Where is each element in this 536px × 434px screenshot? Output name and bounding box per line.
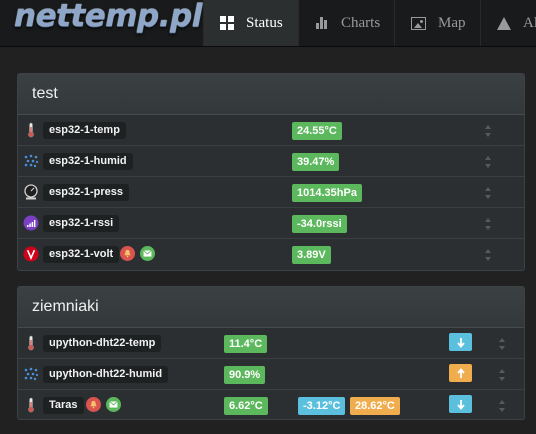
sensor-row: esp32-1-press 1014.35hPa	[18, 177, 524, 208]
voltage-icon	[23, 246, 39, 262]
sensor-name[interactable]: Taras	[43, 397, 84, 414]
sensor-row: esp32-1-humid 39.47%	[18, 146, 524, 177]
sensor-name[interactable]: esp32-1-humid	[43, 153, 133, 170]
grid-icon	[220, 16, 234, 30]
thermometer-icon	[28, 397, 34, 413]
tab-alarms[interactable]: Al	[480, 0, 536, 46]
trend-down-icon	[449, 333, 472, 351]
sensor-name[interactable]: esp32-1-rssi	[43, 215, 120, 232]
tab-status[interactable]: Status	[203, 0, 298, 46]
tab-charts[interactable]: Charts	[298, 0, 394, 46]
sensor-row: Taras 6.62°C -3.12°C 28.62°C	[18, 390, 524, 419]
drag-handle-icon[interactable]	[485, 218, 491, 230]
drag-handle-icon[interactable]	[499, 400, 505, 412]
mail-icon[interactable]	[140, 246, 155, 261]
tab-label: Map	[438, 14, 466, 31]
sensor-row: esp32-1-rssi -34.0rssi	[18, 208, 524, 239]
picture-icon	[411, 16, 426, 30]
sensor-max-value: 28.62°C	[350, 397, 400, 415]
thermometer-icon	[28, 335, 34, 351]
sensor-value[interactable]: 11.4°C	[224, 335, 268, 353]
panel-title: ziemniaki	[18, 287, 524, 328]
sensor-value[interactable]: 1014.35hPa	[292, 184, 362, 202]
bell-icon[interactable]	[120, 246, 135, 261]
sensor-row: esp32-1-volt 3.89V	[18, 239, 524, 270]
tab-label: Charts	[341, 14, 381, 31]
drag-handle-icon[interactable]	[485, 249, 491, 261]
tab-map[interactable]: Map	[394, 0, 480, 46]
drag-handle-icon[interactable]	[499, 338, 505, 350]
sensor-value[interactable]: -34.0rssi	[292, 215, 347, 233]
sensor-name[interactable]: upython-dht22-temp	[43, 335, 162, 352]
tab-label: Status	[246, 14, 283, 31]
sensor-min-value: -3.12°C	[298, 397, 346, 415]
panel-title: test	[18, 74, 524, 115]
thermometer-icon	[28, 122, 34, 138]
navbar: nettemp.pl Status Charts Map Al	[0, 0, 536, 47]
sensor-value[interactable]: 39.47%	[292, 153, 340, 171]
gauge-icon	[24, 184, 38, 200]
signal-icon	[23, 215, 39, 231]
sensor-value[interactable]: 6.62°C	[224, 397, 268, 415]
humidity-icon	[24, 367, 39, 381]
sensor-name[interactable]: esp32-1-press	[43, 184, 129, 201]
sensor-group-ziemniaki: ziemniaki upython-dht22-temp 11.4°C upyt…	[17, 286, 525, 420]
humidity-icon	[24, 154, 39, 168]
drag-handle-icon[interactable]	[485, 187, 491, 199]
sensor-value[interactable]: 3.89V	[292, 246, 331, 264]
sensor-group-test: test esp32-1-temp 24.55°C esp32-1-humid …	[17, 73, 525, 271]
trend-down-icon	[449, 395, 472, 413]
drag-handle-icon[interactable]	[485, 125, 491, 137]
sensor-row: esp32-1-temp 24.55°C	[18, 115, 524, 146]
warning-icon	[497, 16, 511, 30]
bell-icon[interactable]	[86, 397, 101, 412]
mail-icon[interactable]	[106, 397, 121, 412]
sensor-row: upython-dht22-humid 90.9%	[18, 359, 524, 390]
logo[interactable]: nettemp.pl	[14, 0, 202, 34]
sensor-name[interactable]: esp32-1-temp	[43, 122, 126, 139]
drag-handle-icon[interactable]	[499, 369, 505, 381]
sensor-name[interactable]: esp32-1-volt	[43, 246, 120, 263]
tab-label: Al	[523, 14, 536, 31]
sensor-name[interactable]: upython-dht22-humid	[43, 366, 169, 383]
trend-up-icon	[449, 364, 472, 382]
bar-chart-icon	[315, 16, 329, 30]
sensor-row: upython-dht22-temp 11.4°C	[18, 328, 524, 359]
sensor-value[interactable]: 24.55°C	[292, 122, 342, 140]
drag-handle-icon[interactable]	[485, 156, 491, 168]
sensor-value[interactable]: 90.9%	[224, 366, 266, 384]
